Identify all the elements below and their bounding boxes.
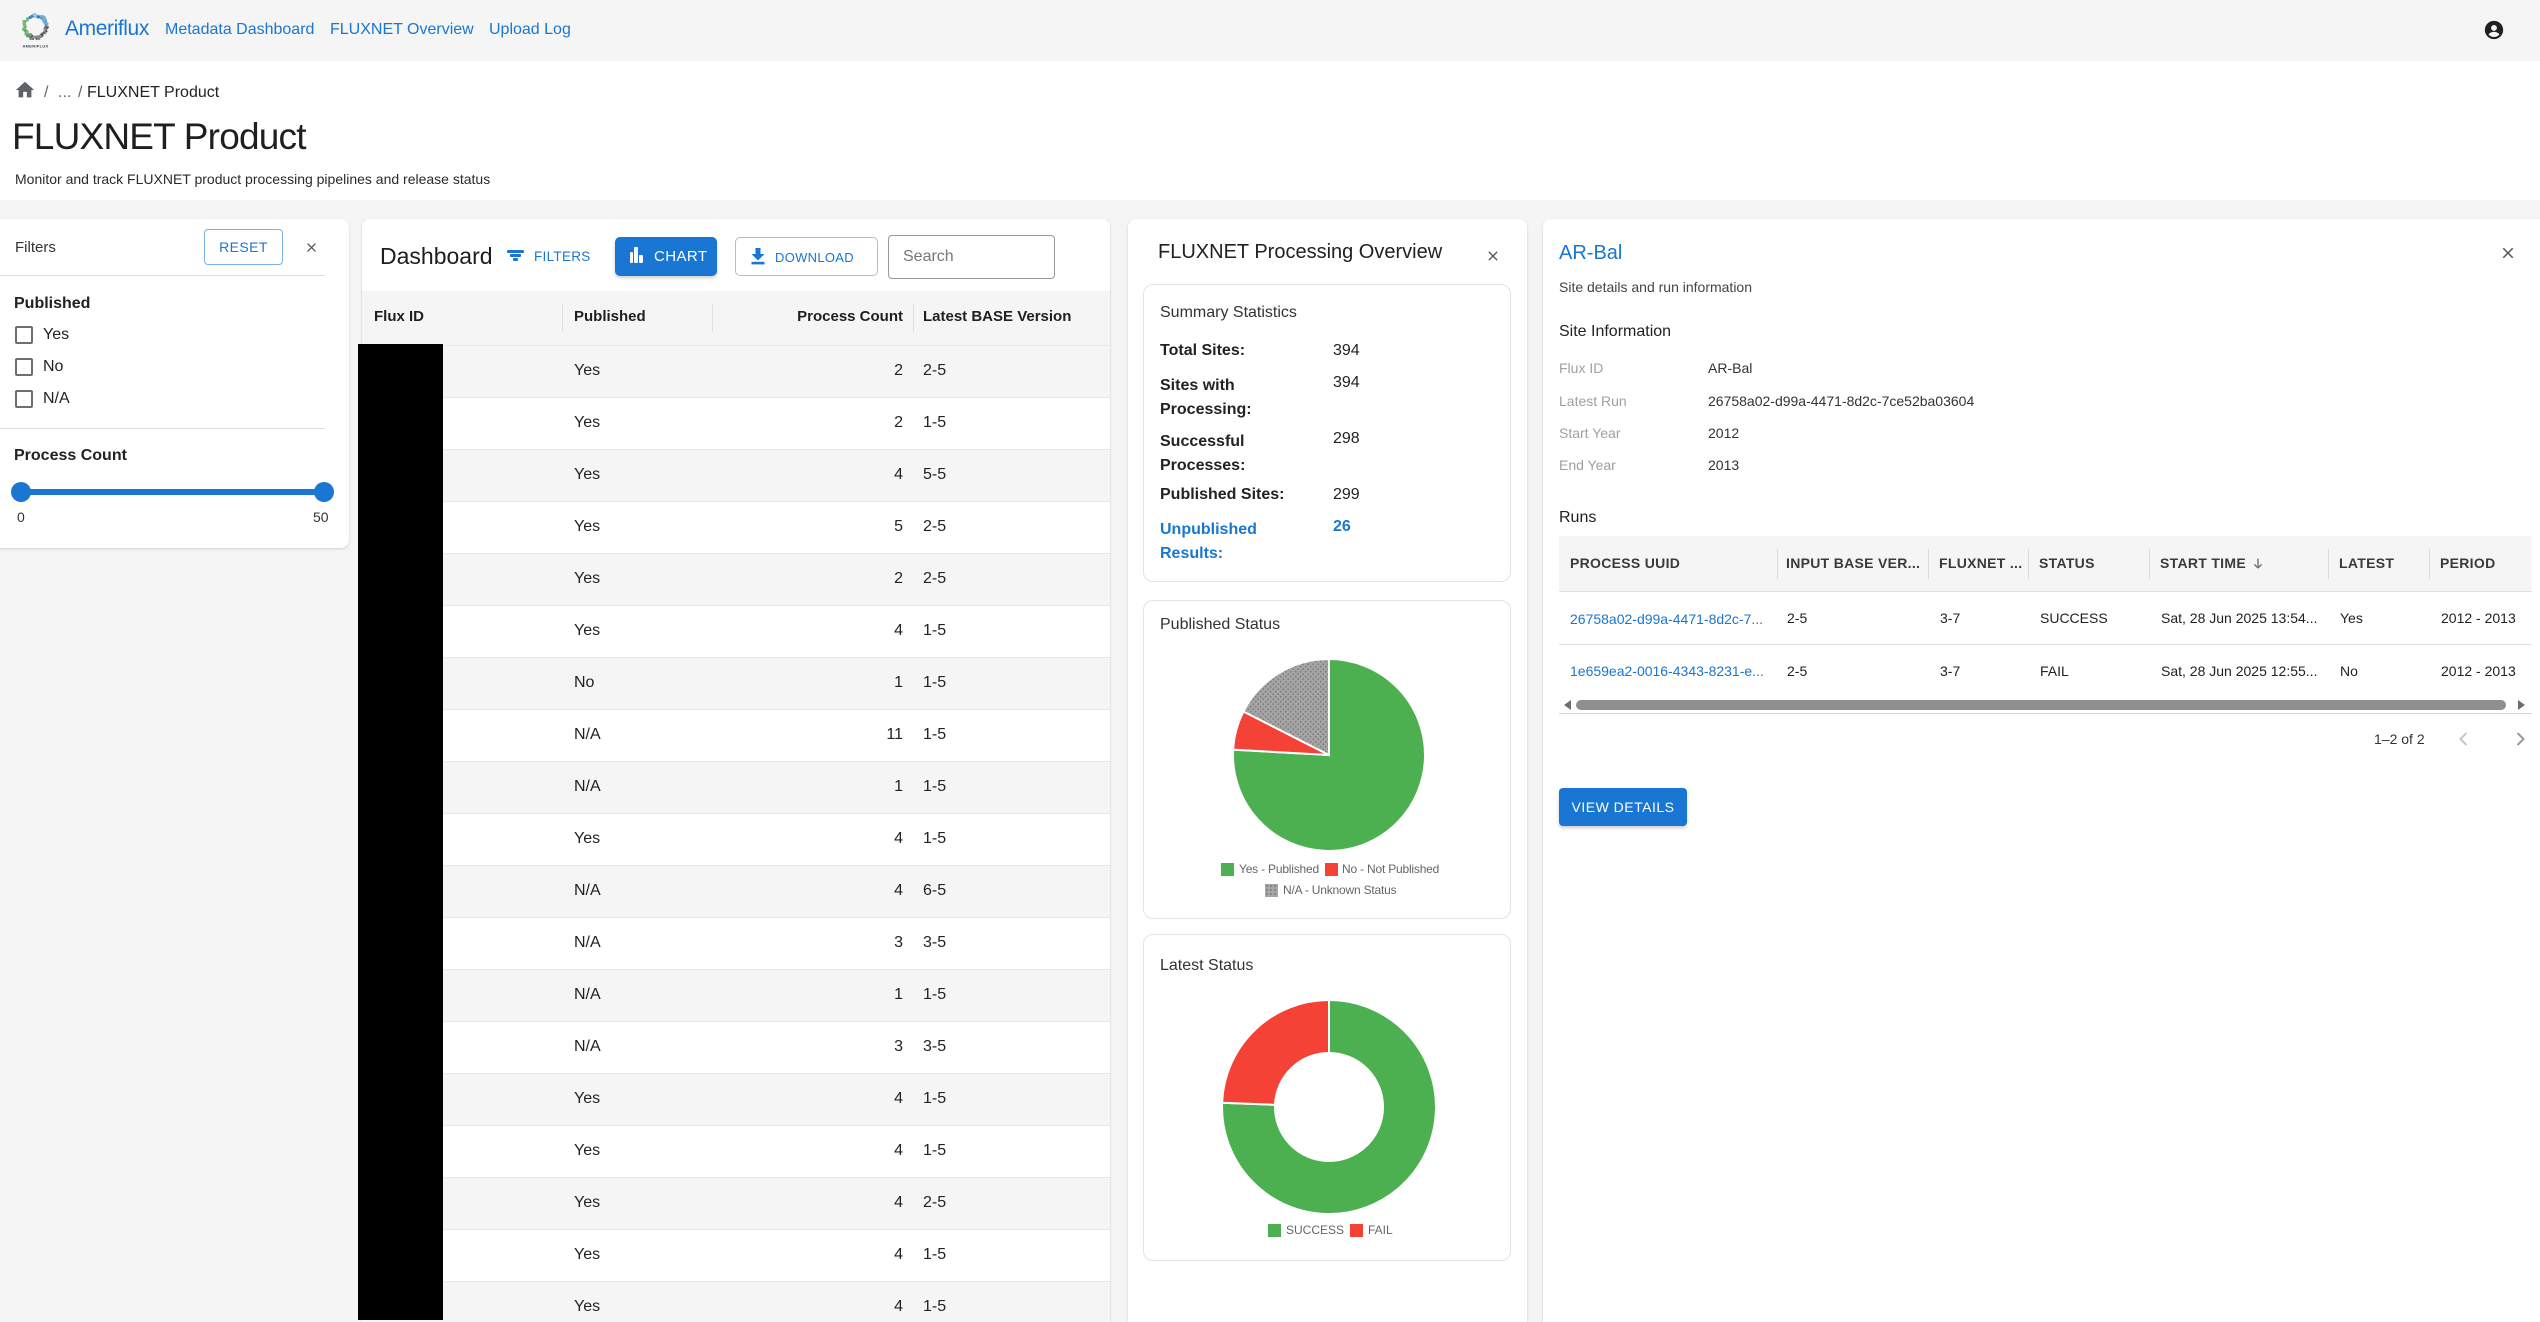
svg-text:AMERIFLUX: AMERIFLUX: [22, 44, 48, 49]
